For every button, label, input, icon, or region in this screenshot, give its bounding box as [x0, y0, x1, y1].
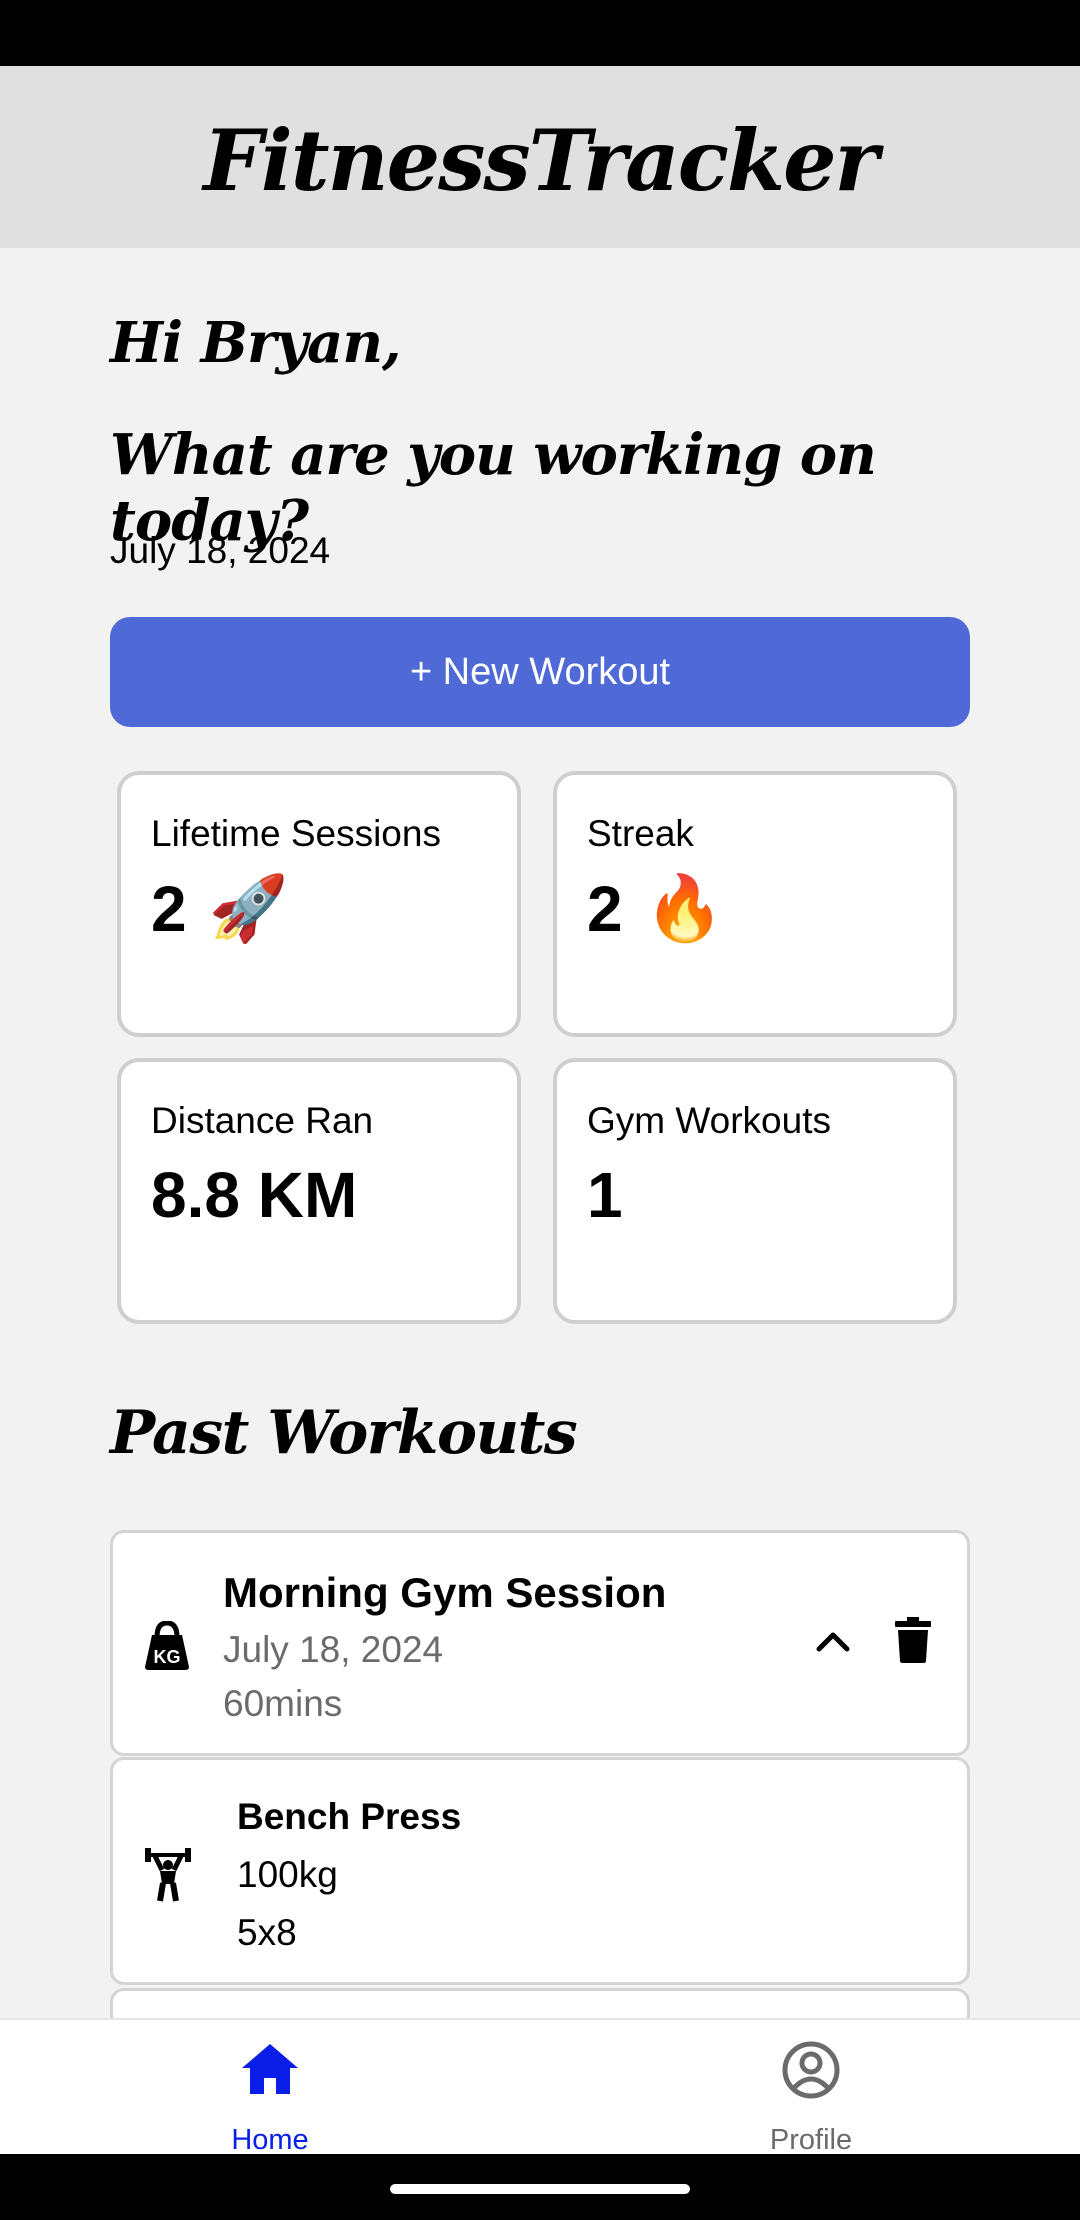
profile-icon: [781, 2040, 841, 2105]
rocket-icon: 🚀: [208, 872, 289, 946]
weightlifter-icon: [143, 1846, 193, 1907]
stat-label: Streak: [587, 813, 694, 854]
home-icon: [240, 2042, 300, 2101]
exercise-weight: 100kg: [237, 1854, 338, 1895]
stat-card-gym-workouts: Gym Workouts 1: [553, 1058, 957, 1324]
stat-label: Lifetime Sessions: [151, 813, 441, 854]
chevron-up-icon[interactable]: [815, 1629, 851, 1658]
stat-card-streak: Streak 2 🔥: [553, 771, 957, 1037]
exercise-name: Bench Press: [237, 1796, 462, 1837]
stat-number: 2: [587, 872, 623, 945]
stat-card-lifetime-sessions: Lifetime Sessions 2 🚀: [117, 771, 521, 1037]
stat-number: 8.8 KM: [151, 1159, 358, 1231]
stat-value: 1: [587, 1158, 623, 1232]
current-date: July 18, 2024: [110, 530, 331, 571]
exercise-item[interactable]: Bench Press 100kg 5x8: [110, 1757, 970, 1985]
stat-number: 1: [587, 1159, 623, 1231]
home-gesture-handle[interactable]: [390, 2184, 690, 2194]
workout-title: Morning Gym Session: [223, 1569, 667, 1616]
workout-card[interactable]: KG Morning Gym Session July 18, 2024 60m…: [110, 1530, 970, 1756]
greeting-name: Hi Bryan,: [110, 310, 402, 376]
bottom-nav: Home Profile: [0, 2018, 1080, 2156]
stat-label: Gym Workouts: [587, 1100, 831, 1141]
trash-icon[interactable]: [895, 1617, 931, 1668]
past-workouts-title: Past Workouts: [110, 1398, 578, 1468]
svg-text:KG: KG: [154, 1647, 181, 1667]
workout-date: July 18, 2024: [223, 1629, 444, 1670]
nav-item-profile[interactable]: Profile: [661, 2020, 961, 2156]
stat-card-distance-ran: Distance Ran 8.8 KM: [117, 1058, 521, 1324]
workout-duration: 60mins: [223, 1683, 343, 1724]
gesture-bar: [0, 2154, 1080, 2220]
nav-label-home: Home: [231, 2124, 309, 2156]
stat-value: 2 🔥: [587, 871, 724, 946]
kettlebell-icon: KG: [143, 1620, 191, 1676]
nav-label-profile: Profile: [769, 2124, 853, 2156]
stat-value: 2 🚀: [151, 871, 288, 946]
exercise-sets-reps: 5x8: [237, 1912, 297, 1953]
nav-item-home[interactable]: Home: [120, 2020, 420, 2156]
stat-number: 2: [151, 872, 187, 945]
fire-icon: 🔥: [644, 872, 725, 946]
new-workout-button[interactable]: + New Workout: [110, 617, 970, 727]
status-bar: [0, 0, 1080, 66]
app-title: FitnessTracker: [203, 110, 879, 210]
app-bar: FitnessTracker: [0, 66, 1080, 248]
stat-value: 8.8 KM: [151, 1158, 357, 1232]
stat-label: Distance Ran: [151, 1100, 374, 1141]
